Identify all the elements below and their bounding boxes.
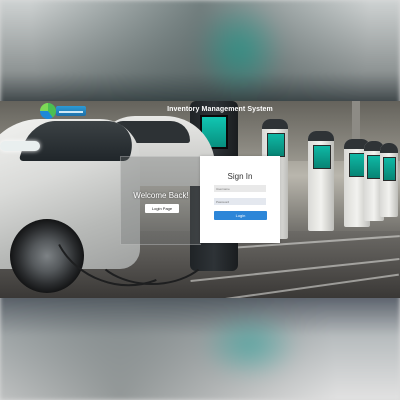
app-title: Inventory Management System: [167, 106, 273, 113]
company-logo[interactable]: [40, 103, 86, 119]
charger-station: [380, 143, 398, 217]
signin-title: Sign In: [227, 172, 253, 181]
login-button[interactable]: Login: [214, 211, 267, 220]
logo-wordmark: [56, 106, 86, 116]
password-field[interactable]: [214, 198, 266, 205]
logo-emblem-icon: [40, 103, 56, 119]
username-field[interactable]: [214, 185, 266, 192]
charger-station: [308, 131, 334, 231]
signin-panel: Sign In Login: [200, 156, 280, 243]
car-headlight: [0, 141, 40, 151]
welcome-panel: Welcome Back! Login Page: [120, 156, 201, 245]
background-glow: [195, 0, 285, 100]
pillar: [352, 101, 360, 141]
welcome-title: Welcome Back!: [133, 191, 189, 200]
background-glow: [200, 310, 300, 380]
login-page-button[interactable]: Login Page: [145, 204, 179, 213]
